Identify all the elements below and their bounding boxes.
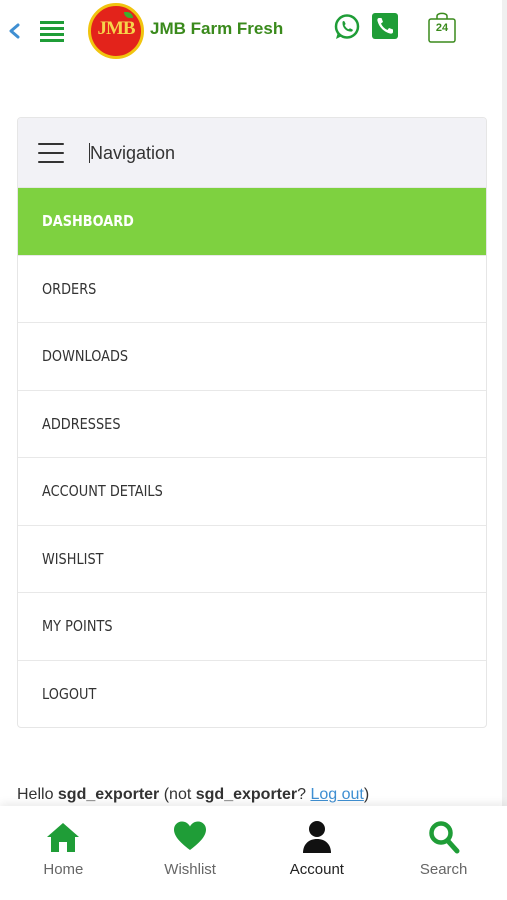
whatsapp-icon[interactable] [333,13,361,41]
tab-label: Search [419,861,468,878]
navigation-list: DASHBOARD ORDERS DOWNLOADS ADDRESSES ACCOUNT… [18,188,486,728]
navigation-header[interactable]: Navigation [18,118,486,188]
nav-item-my-points[interactable]: MY POINTS [18,593,486,661]
home-icon [47,823,80,852]
tab-home[interactable]: Home [0,806,127,900]
app-header: JMB JMB Farm Fresh 24 [0,0,507,62]
nav-item-account-details[interactable]: ACCOUNT DETAILS [18,458,486,526]
account-navigation: Navigation DASHBOARD ORDERS DOWNLOADS ADDRE… [17,117,487,728]
nav-item-orders[interactable]: ORDERS [18,256,486,323]
scrollbar[interactable] [502,0,507,900]
greeting-text: Hello sgd_exporter (not sgd_exporter? Lo… [17,786,370,803]
nav-item-label: MY POINTS [42,617,113,636]
nav-item-label: ORDERS [42,279,97,298]
nav-item-downloads[interactable]: DOWNLOADS [18,323,486,391]
nav-item-wishlist[interactable]: WISHLIST [18,526,486,593]
logo-text: JMB [97,18,135,39]
tab-account[interactable]: Account [254,806,381,900]
search-icon [428,821,460,854]
tab-label: Account [289,861,344,878]
username: sgd_exporter [57,786,160,803]
nav-item-label: WISHLIST [42,549,104,568]
tab-wishlist[interactable]: Wishlist [127,806,254,900]
brand-name[interactable]: JMB Farm Fresh [150,19,283,39]
nav-item-dashboard[interactable]: DASHBOARD [18,188,486,256]
nav-item-label: DOWNLOADS [42,347,129,366]
shopping-bag-icon[interactable]: 24 [427,10,457,44]
nav-item-label: ACCOUNT DETAILS [42,482,163,501]
logout-link[interactable]: Log out [310,786,363,803]
hamburger-menu-icon[interactable] [38,143,64,163]
navigation-title: Navigation [90,143,176,163]
tab-label: Home [43,861,84,878]
cart-count-badge: 24 [435,22,449,34]
heart-icon [174,821,207,850]
nav-item-label: ADDRESSES [42,414,121,433]
nav-item-logout[interactable]: LOGOUT [18,661,486,728]
username: sgd_exporter [195,786,298,803]
hamburger-menu-icon[interactable] [38,18,66,44]
tab-search[interactable]: Search [380,806,507,900]
phone-icon[interactable] [372,13,398,39]
nav-item-label: LOGOUT [42,685,97,704]
user-icon [302,821,331,853]
chevron-left-icon[interactable] [6,18,22,44]
bottom-navigation: Home Wishlist Account Search [0,806,507,900]
nav-item-label: DASHBOARD [42,212,134,231]
brand-logo[interactable]: JMB [88,3,144,59]
nav-item-addresses[interactable]: ADDRESSES [18,391,486,458]
tab-label: Wishlist [164,861,216,878]
